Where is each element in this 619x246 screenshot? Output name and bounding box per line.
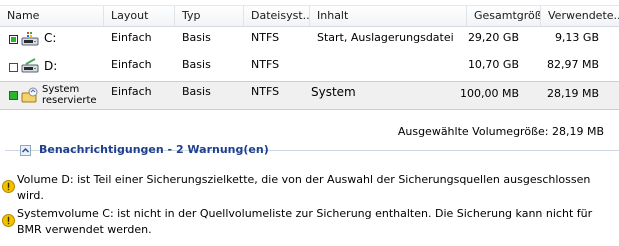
inhalt-value: System [311,85,356,99]
column-header-typ[interactable]: Typ [175,6,244,26]
column-header-inhalt[interactable]: Inhalt [310,6,467,26]
warning-message-line: Systemvolume C: ist nicht in der Quellvo… [17,207,593,220]
table-header: Name Layout Typ Dateisyst... Inhalt Gesa… [0,5,619,27]
layout-value: Einfach [111,31,152,44]
volume-name-line1: System [42,84,80,95]
table-row-selected[interactable]: System reservierte Einfach Basis NTFS Sy… [0,81,619,110]
reserved-volume-icon [21,87,38,103]
selected-volume-size: Ausgewählte Volumegröße: 28,19 MB [397,125,604,138]
filesystem-value: NTFS [251,58,280,71]
column-header-layout[interactable]: Layout [104,6,175,26]
partial-checkbox[interactable] [9,35,18,44]
filesystem-value: NTFS [251,85,280,98]
layout-value: Einfach [111,85,152,98]
total-size: 29,20 GB [467,31,519,44]
typ-value: Basis [182,85,211,98]
layout-value: Einfach [111,58,152,71]
warning-message: Systemvolume C: ist nicht in der Quellvo… [17,206,613,238]
column-header-dateisystem[interactable]: Dateisyst... [244,6,310,26]
notifications-title: Benachrichtigungen - 2 Warnung(en) [39,143,269,156]
used-size: 82,97 MB [546,58,599,71]
column-header-verwendet[interactable]: Verwendete... [541,6,619,26]
warning-message-line: wird. [17,189,44,202]
warning-message-line: Volume D: ist Teil einer Sicherungszielk… [17,173,591,186]
column-header-name[interactable]: Name [0,6,104,26]
volume-name-line2: reservierte [42,95,97,106]
drive-icon [21,58,39,73]
filesystem-value: NTFS [251,31,280,44]
system-drive-icon [21,32,39,46]
used-size: 9,13 GB [554,31,599,44]
volume-name: D: [44,59,58,73]
typ-value: Basis [182,31,211,44]
table-row[interactable]: D: Einfach Basis NTFS 10,70 GB 82,97 MB [0,53,619,80]
volume-name: C: [44,31,57,45]
unchecked-checkbox[interactable] [9,63,18,72]
total-size: 100,00 MB [459,87,519,100]
checked-checkbox[interactable] [9,91,18,100]
column-header-gesamtgroesse[interactable]: Gesamtgröße [467,6,541,26]
warning-message-line: BMR verwendet werden. [17,223,152,236]
total-size: 10,70 GB [467,58,519,71]
warning-icon [2,214,15,227]
collapse-toggle-button[interactable] [20,145,31,156]
table-row[interactable]: C: Einfach Basis NTFS Start, Auslagerung… [0,26,619,52]
chevron-up-icon [21,147,30,153]
warning-icon [2,180,15,193]
inhalt-value: Start, Auslagerungsdatei [317,31,454,44]
used-size: 28,19 MB [546,87,599,100]
typ-value: Basis [182,58,211,71]
warning-message: Volume D: ist Teil einer Sicherungszielk… [17,172,613,204]
